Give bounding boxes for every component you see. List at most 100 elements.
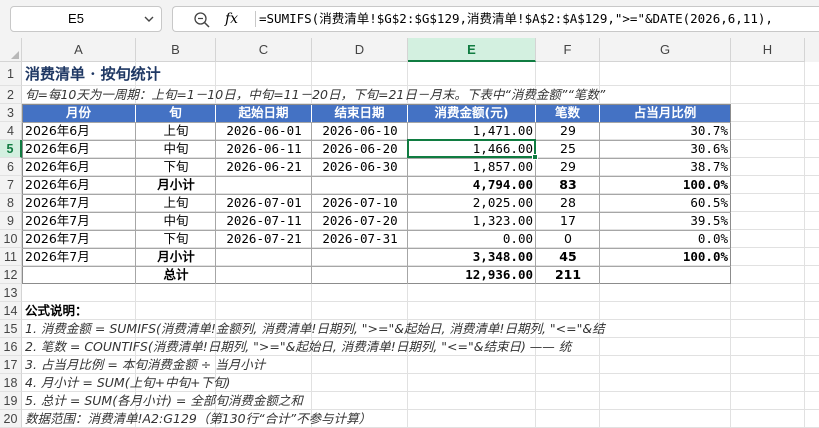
- count-cell[interactable]: 83: [536, 176, 600, 194]
- end-date-cell[interactable]: 2026-07-31: [312, 230, 408, 248]
- end-date-cell[interactable]: [312, 248, 408, 266]
- xun-cell[interactable]: 下旬: [136, 230, 216, 248]
- end-date-cell[interactable]: [312, 176, 408, 194]
- end-date-cell[interactable]: 2026-07-20: [312, 212, 408, 230]
- zoom-icon[interactable]: [193, 11, 211, 29]
- end-date-cell[interactable]: 2026-06-20: [312, 140, 408, 158]
- row-header-4[interactable]: 4: [0, 122, 22, 140]
- month-cell[interactable]: 2026年7月: [22, 194, 136, 212]
- select-all-corner[interactable]: [0, 38, 22, 62]
- xun-cell[interactable]: 上旬: [136, 122, 216, 140]
- month-cell[interactable]: 2026年6月: [22, 122, 136, 140]
- note-line[interactable]: 5. 总计 = SUM(各月小计) = 全部旬消费金额之和: [22, 392, 306, 410]
- column-header-f[interactable]: F: [536, 38, 600, 62]
- row-header-3[interactable]: 3: [0, 104, 22, 122]
- note-line[interactable]: 4. 月小计 = SUM(上旬+中旬+下旬): [22, 374, 233, 392]
- row-header-19[interactable]: 19: [0, 392, 22, 410]
- amount-cell[interactable]: 0.00: [408, 230, 536, 248]
- spreadsheet-grid[interactable]: ABCDEFGH 1 2 3 4 5 6 7 8 9 10 11 12 13 14 15 16 17 18 19 20…: [0, 38, 819, 428]
- month-cell[interactable]: 2026年7月: [22, 248, 136, 266]
- month-cell[interactable]: 2026年6月: [22, 176, 136, 194]
- row-header-1[interactable]: 1: [0, 62, 22, 86]
- start-date-cell[interactable]: [216, 266, 312, 284]
- count-cell[interactable]: 45: [536, 248, 600, 266]
- table-header-cell[interactable]: 笔数: [536, 104, 600, 122]
- count-cell[interactable]: 28: [536, 194, 600, 212]
- pct-cell[interactable]: 38.7%: [600, 158, 731, 176]
- start-date-cell[interactable]: 2026-07-01: [216, 194, 312, 212]
- amount-cell[interactable]: 1,471.00: [408, 122, 536, 140]
- row-header-18[interactable]: 18: [0, 374, 22, 392]
- month-cell[interactable]: 2026年7月: [22, 230, 136, 248]
- end-date-cell[interactable]: 2026-06-10: [312, 122, 408, 140]
- column-header-e[interactable]: E: [408, 38, 536, 62]
- name-box[interactable]: E5: [10, 6, 162, 32]
- amount-cell[interactable]: 3,348.00: [408, 248, 536, 266]
- amount-cell[interactable]: 2,025.00: [408, 194, 536, 212]
- xun-cell[interactable]: 中旬: [136, 212, 216, 230]
- pct-cell[interactable]: 0.0%: [600, 230, 731, 248]
- month-cell[interactable]: 2026年6月: [22, 140, 136, 158]
- chevron-down-icon[interactable]: [143, 11, 155, 27]
- formula-text[interactable]: =SUMIFS(消费清单!$G$2:$G$129,消费清单!$A$2:$A$12…: [259, 7, 773, 31]
- end-date-cell[interactable]: 2026-06-30: [312, 158, 408, 176]
- column-header-a[interactable]: A: [22, 38, 136, 62]
- insert-function-button[interactable]: fx: [225, 7, 238, 31]
- start-date-cell[interactable]: 2026-06-11: [216, 140, 312, 158]
- row-header-14[interactable]: 14: [0, 302, 22, 320]
- pct-cell[interactable]: 100.0%: [600, 248, 731, 266]
- xun-cell[interactable]: 中旬: [136, 140, 216, 158]
- table-header-cell[interactable]: 月份: [22, 104, 136, 122]
- count-cell[interactable]: 29: [536, 122, 600, 140]
- row-header-6[interactable]: 6: [0, 158, 22, 176]
- xun-cell[interactable]: 上旬: [136, 194, 216, 212]
- row-header-5[interactable]: 5: [0, 140, 22, 158]
- sheet-title[interactable]: 消费清单 · 按旬统计: [22, 62, 164, 86]
- pct-cell[interactable]: 100.0%: [600, 176, 731, 194]
- row-header-2[interactable]: 2: [0, 86, 22, 104]
- note-line[interactable]: 3. 占当月比例 = 本旬消费金额 ÷ 当月小计: [22, 356, 268, 374]
- row-header-7[interactable]: 7: [0, 176, 22, 194]
- start-date-cell[interactable]: 2026-06-21: [216, 158, 312, 176]
- note-line[interactable]: 数据范围：消费清单!A2:G129（第130行“合计”不参与计算）: [22, 410, 374, 428]
- row-header-16[interactable]: 16: [0, 338, 22, 356]
- table-header-cell[interactable]: 占当月比例: [600, 104, 731, 122]
- count-cell[interactable]: 25: [536, 140, 600, 158]
- pct-cell[interactable]: [600, 266, 731, 284]
- sheet-subtitle[interactable]: 旬=每10天为一周期：上旬=1－10日，中旬=11－20日，下旬=21日－月末。…: [22, 86, 608, 104]
- pct-cell[interactable]: 30.6%: [600, 140, 731, 158]
- column-header-c[interactable]: C: [216, 38, 312, 62]
- row-header-8[interactable]: 8: [0, 194, 22, 212]
- end-date-cell[interactable]: [312, 266, 408, 284]
- row-header-15[interactable]: 15: [0, 320, 22, 338]
- row-header-17[interactable]: 17: [0, 356, 22, 374]
- start-date-cell[interactable]: 2026-06-01: [216, 122, 312, 140]
- start-date-cell[interactable]: [216, 248, 312, 266]
- formula-input[interactable]: fx =SUMIFS(消费清单!$G$2:$G$129,消费清单!$A$2:$A…: [172, 6, 819, 32]
- start-date-cell[interactable]: [216, 176, 312, 194]
- table-header-cell[interactable]: 结束日期: [312, 104, 408, 122]
- month-cell[interactable]: [22, 266, 136, 284]
- row-header-12[interactable]: 12: [0, 266, 22, 284]
- amount-cell[interactable]: 4,794.00: [408, 176, 536, 194]
- start-date-cell[interactable]: 2026-07-21: [216, 230, 312, 248]
- column-header-b[interactable]: B: [136, 38, 216, 62]
- note-line[interactable]: 2. 笔数 = COUNTIFS(消费清单!日期列, ">="&起始日, 消费清…: [22, 338, 574, 356]
- amount-cell[interactable]: 1,857.00: [408, 158, 536, 176]
- xun-cell[interactable]: 下旬: [136, 158, 216, 176]
- xun-cell[interactable]: 月小计: [136, 176, 216, 194]
- table-header-cell[interactable]: 起始日期: [216, 104, 312, 122]
- amount-cell[interactable]: 1,466.00: [408, 140, 536, 158]
- xun-cell[interactable]: 月小计: [136, 248, 216, 266]
- amount-cell[interactable]: 1,323.00: [408, 212, 536, 230]
- row-header-10[interactable]: 10: [0, 230, 22, 248]
- pct-cell[interactable]: 30.7%: [600, 122, 731, 140]
- pct-cell[interactable]: 60.5%: [600, 194, 731, 212]
- note-line[interactable]: 1. 消费金额 = SUMIFS(消费清单!金额列, 消费清单!日期列, ">=…: [22, 320, 608, 338]
- column-header-h[interactable]: H: [731, 38, 805, 62]
- xun-cell[interactable]: 总计: [136, 266, 216, 284]
- pct-cell[interactable]: 39.5%: [600, 212, 731, 230]
- count-cell[interactable]: 17: [536, 212, 600, 230]
- month-cell[interactable]: 2026年6月: [22, 158, 136, 176]
- table-header-cell[interactable]: 消费金额(元): [408, 104, 536, 122]
